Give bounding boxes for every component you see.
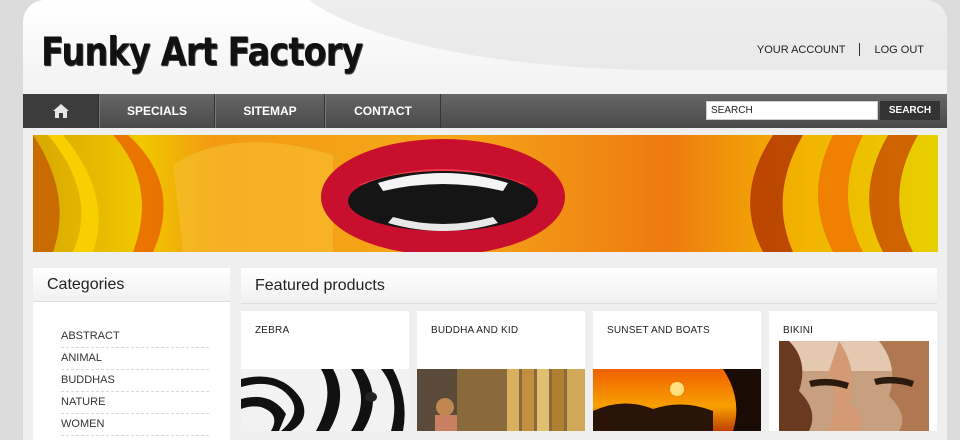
category-item-nature[interactable]: NATURE bbox=[61, 392, 209, 414]
main-nav: SPECIALS SITEMAP CONTACT SEARCH bbox=[23, 94, 947, 128]
your-account-link[interactable]: YOUR ACCOUNT bbox=[757, 44, 846, 56]
product-card-buddha-and-kid[interactable]: BUDDHA AND KID bbox=[417, 311, 585, 431]
lips-artwork bbox=[33, 135, 938, 252]
header: Funky Art Factory YOUR ACCOUNT LOG OUT bbox=[23, 0, 947, 94]
nav-home-button[interactable] bbox=[23, 94, 99, 128]
search-button[interactable]: SEARCH bbox=[880, 101, 940, 120]
category-item-abstract[interactable]: ABSTRACT bbox=[61, 326, 209, 348]
link-divider bbox=[859, 43, 861, 56]
category-item-animal[interactable]: ANIMAL bbox=[61, 348, 209, 370]
category-item-women[interactable]: WOMEN bbox=[61, 414, 209, 436]
category-list: ABSTRACT ANIMAL BUDDHAS NATURE WOMEN bbox=[33, 302, 230, 436]
featured-products-title: Featured products bbox=[241, 268, 937, 304]
header-swoosh bbox=[283, 0, 947, 70]
sunset-image bbox=[593, 369, 761, 431]
nav-item-sitemap[interactable]: SITEMAP bbox=[215, 94, 325, 128]
home-icon bbox=[52, 104, 69, 118]
product-image-sunset-and-boats[interactable] bbox=[593, 369, 761, 431]
product-card-bikini[interactable]: BIKINI bbox=[769, 311, 937, 431]
categories-panel: Categories ABSTRACT ANIMAL BUDDHAS NATUR… bbox=[33, 268, 230, 440]
nav-item-specials[interactable]: SPECIALS bbox=[99, 94, 215, 128]
buddha-image bbox=[417, 369, 585, 431]
logout-link[interactable]: LOG OUT bbox=[874, 44, 924, 56]
nav-item-contact[interactable]: CONTACT bbox=[325, 94, 441, 128]
product-card-sunset-and-boats[interactable]: SUNSET AND BOATS bbox=[593, 311, 761, 431]
category-item-buddhas[interactable]: BUDDHAS bbox=[61, 370, 209, 392]
product-image-buddha-and-kid[interactable] bbox=[417, 369, 585, 431]
product-card-zebra[interactable]: ZEBRA bbox=[241, 311, 409, 431]
product-name[interactable]: SUNSET AND BOATS bbox=[607, 325, 710, 336]
site-logo[interactable]: Funky Art Factory bbox=[41, 30, 363, 75]
hero-banner bbox=[33, 135, 938, 252]
product-name[interactable]: ZEBRA bbox=[255, 325, 289, 336]
product-name[interactable]: BUDDHA AND KID bbox=[431, 325, 518, 336]
categories-title: Categories bbox=[33, 268, 230, 302]
product-image-bikini[interactable] bbox=[779, 341, 929, 431]
bikini-image bbox=[779, 341, 929, 431]
product-image-zebra[interactable] bbox=[241, 369, 409, 431]
zebra-image bbox=[241, 369, 409, 431]
account-links: YOUR ACCOUNT LOG OUT bbox=[757, 43, 924, 56]
page: Funky Art Factory YOUR ACCOUNT LOG OUT S… bbox=[23, 0, 947, 440]
search-input[interactable] bbox=[706, 101, 878, 120]
product-name[interactable]: BIKINI bbox=[783, 325, 813, 336]
